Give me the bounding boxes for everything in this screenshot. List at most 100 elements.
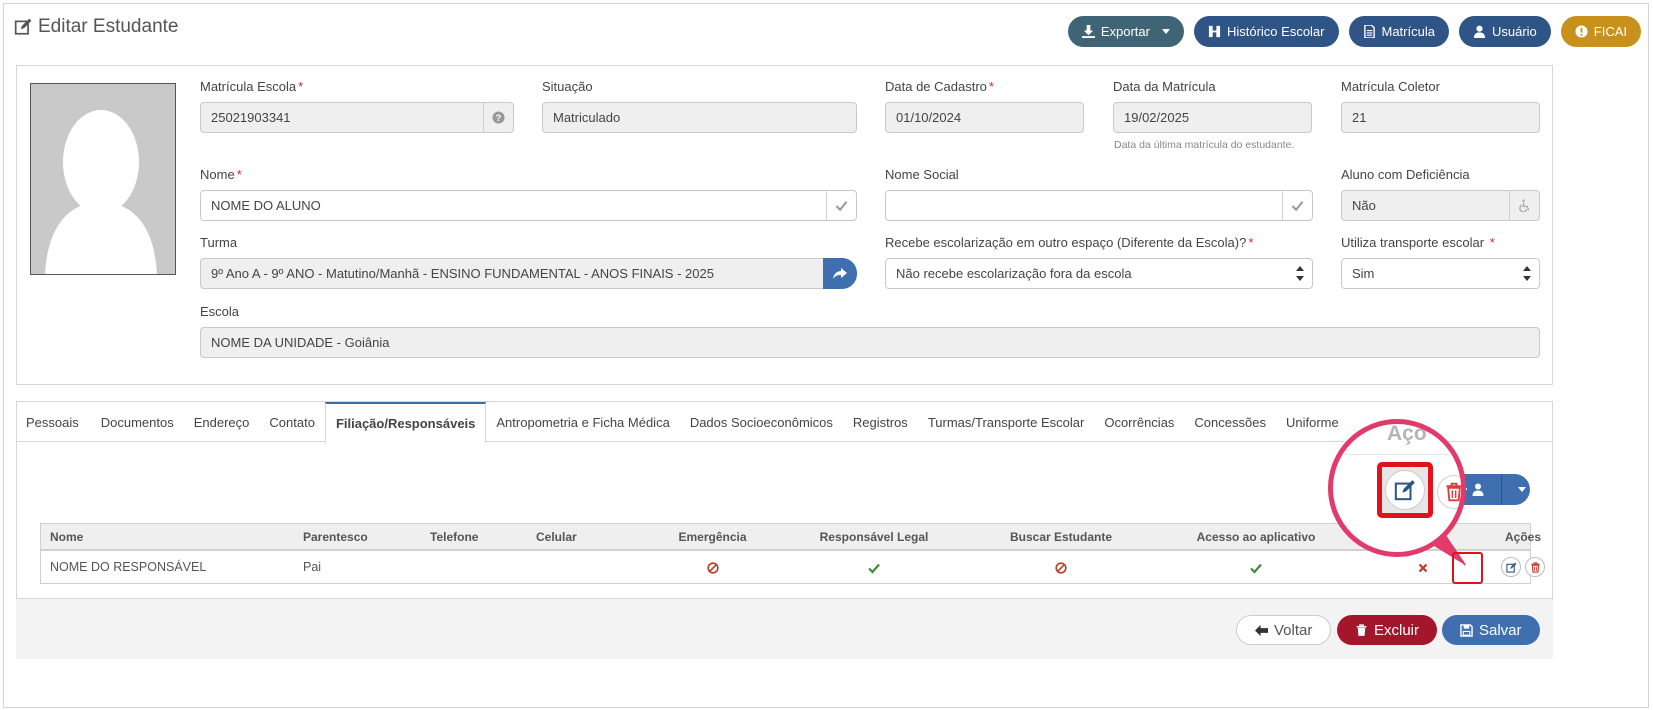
matricula-button[interactable]: Matrícula	[1348, 16, 1449, 47]
tab-uniforme[interactable]: Uniforme	[1276, 402, 1349, 442]
matricula-escola-label: Matrícula Escola *	[200, 79, 304, 94]
matricula-escola-value: 25021903341	[211, 110, 291, 125]
zoom-callout: Açõ	[1328, 419, 1466, 557]
col-emergencia: Emergência	[678, 529, 747, 544]
document-icon	[1363, 25, 1375, 38]
turma-go-button[interactable]	[823, 258, 857, 289]
transporte-label: Utiliza transporte escolar *	[1341, 235, 1495, 250]
tab-documentos[interactable]: Documentos	[91, 402, 184, 442]
data-matricula-hint: Data da última matrícula do estudante.	[1114, 139, 1295, 151]
export-button[interactable]: Exportar	[1067, 16, 1184, 47]
col-telefone: Telefone	[430, 529, 479, 544]
col-responsavel-legal: Responsável Legal	[819, 529, 929, 544]
matricula-coletor-value: 21	[1352, 110, 1367, 125]
row-emergencia	[669, 560, 756, 574]
historico-escolar-button[interactable]: Histórico Escolar	[1193, 16, 1339, 47]
save-icon	[1460, 623, 1473, 637]
zoom-edit-button	[1385, 470, 1425, 510]
voltar-button[interactable]: Voltar	[1236, 615, 1332, 645]
delete-responsavel-button[interactable]	[1525, 557, 1545, 577]
escolarizacao-select[interactable]: Não recebe escolarização fora da escola	[885, 258, 1313, 289]
tab-dados-socioeconomicos[interactable]: Dados Socioeconômicos	[680, 402, 843, 442]
data-matricula-field: 19/02/2025	[1113, 102, 1312, 133]
col-acesso-aplicativo: Acesso ao aplicativo	[1196, 529, 1316, 544]
situacao-value: Matriculado	[553, 110, 621, 125]
transporte-select[interactable]: Sim	[1341, 258, 1540, 289]
data-matricula-value: 19/02/2025	[1124, 110, 1190, 125]
transporte-value: Sim	[1352, 266, 1375, 281]
tab-pessoais[interactable]: Pessoais	[17, 402, 91, 442]
edit-icon	[14, 18, 32, 35]
header-toolbar: Exportar Histórico Escolar Matrícula Usu…	[1067, 16, 1641, 47]
tab-antropometria[interactable]: Antropometria e Ficha Médica	[486, 402, 679, 442]
tab-endereco[interactable]: Endereço	[184, 402, 260, 442]
turma-label: Turma	[200, 235, 238, 250]
help-icon[interactable]: ?	[483, 103, 513, 132]
trash-icon	[1446, 482, 1461, 502]
escolarizacao-value: Não recebe escolarização fora da escola	[896, 266, 1132, 281]
salvar-label: Salvar	[1479, 621, 1522, 639]
deficiencia-field: Não	[1341, 190, 1540, 221]
tab-contato[interactable]: Contato	[259, 402, 325, 442]
responsaveis-table: Nome Parentesco Telefone Celular Emergên…	[40, 523, 1545, 584]
tab-turmas-transporte[interactable]: Turmas/Transporte Escolar	[918, 402, 1095, 442]
trash-icon	[1530, 561, 1540, 573]
student-form-card: Matrícula Escola * 25021903341 ? Situação…	[16, 65, 1553, 385]
matricula-escola-field[interactable]: 25021903341 ?	[200, 102, 514, 133]
zoom-label: Açõ	[1387, 422, 1427, 445]
edit-responsavel-button[interactable]	[1501, 557, 1521, 577]
situacao-label: Situação	[542, 79, 593, 94]
row-buscar-estudante	[981, 560, 1141, 574]
tab-registros[interactable]: Registros	[843, 402, 918, 442]
row-responsavel-legal	[794, 560, 954, 574]
matricula-coletor-field: 21	[1341, 102, 1540, 133]
form-footer: Voltar Excluir Salvar	[16, 599, 1553, 659]
select-arrows-icon	[1523, 266, 1531, 281]
check-icon	[826, 191, 856, 220]
row-acesso-aplicativo	[1166, 560, 1346, 574]
matricula-coletor-label: Matrícula Coletor	[1341, 79, 1440, 94]
check-icon	[868, 563, 880, 574]
data-cadastro-value: 01/10/2024	[896, 110, 962, 125]
row-nome: NOME DO RESPONSÁVEL	[50, 560, 207, 574]
nome-field[interactable]: NOME DO ALUNO	[200, 190, 857, 221]
student-photo[interactable]	[30, 83, 176, 275]
edit-icon	[1505, 562, 1516, 573]
escola-label: Escola	[200, 304, 240, 319]
tab-ocorrencias[interactable]: Ocorrências	[1094, 402, 1184, 442]
tab-filiacao-responsaveis[interactable]: Filiação/Responsáveis	[324, 402, 487, 443]
situacao-field: Matriculado	[542, 102, 857, 133]
zoom-delete-button	[1437, 475, 1461, 509]
chevron-down-icon[interactable]	[1518, 487, 1526, 492]
usuario-button[interactable]: Usuário	[1458, 16, 1551, 47]
salvar-button[interactable]: Salvar	[1442, 615, 1540, 645]
nome-social-field[interactable]	[885, 190, 1313, 221]
matricula-label: Matrícula	[1381, 24, 1435, 39]
tab-concessoes[interactable]: Concessões	[1184, 402, 1276, 442]
escolarizacao-label: Recebe escolarização em outro espaço (Di…	[885, 235, 1254, 250]
ficai-label: FICAI	[1593, 24, 1627, 39]
data-cadastro-field[interactable]: 01/10/2024	[885, 102, 1084, 133]
zoom-divider	[1333, 454, 1461, 455]
split-separator	[1501, 474, 1502, 505]
ban-icon	[1055, 562, 1067, 574]
deficiencia-label: Aluno com Deficiência	[1341, 167, 1470, 182]
excluir-button[interactable]: Excluir	[1337, 615, 1438, 645]
col-nome: Nome	[50, 529, 84, 544]
nome-value: NOME DO ALUNO	[211, 198, 321, 213]
page-title-text: Editar Estudante	[38, 16, 179, 37]
row-acoes	[1493, 557, 1553, 577]
chevron-down-icon	[1161, 29, 1170, 34]
col-buscar-estudante: Buscar Estudante	[1009, 529, 1113, 544]
zoom-edit-highlight	[1377, 462, 1433, 518]
arrow-left-icon	[1255, 624, 1268, 636]
voltar-label: Voltar	[1274, 621, 1313, 639]
page-title: Editar Estudante	[14, 16, 178, 38]
escola-value: NOME DA UNIDADE - Goiânia	[211, 335, 390, 350]
usuario-label: Usuário	[1491, 24, 1537, 39]
avatar-placeholder-icon	[31, 84, 175, 274]
ficai-button[interactable]: FICAI	[1560, 16, 1641, 47]
select-arrows-icon	[1296, 266, 1304, 281]
ban-icon	[706, 562, 719, 574]
download-icon	[1081, 25, 1095, 38]
